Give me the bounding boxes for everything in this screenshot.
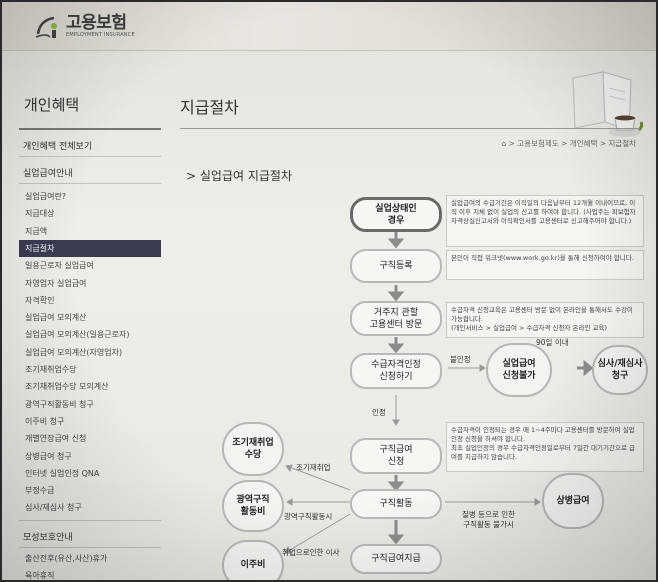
sidebar-item[interactable]: 이주비 청구 <box>19 413 161 430</box>
sidebar-group-unemployment[interactable]: 실업급여안내 <box>23 166 73 179</box>
sidebar-item[interactable]: 지급절차 <box>19 239 161 257</box>
flow-node-job-search: 구직활동 <box>350 489 442 519</box>
flow-node-job-registration: 구직등록 <box>350 249 442 283</box>
site-logo[interactable]: 고용보험 EMPLOYMENT INSURANCE <box>34 12 135 40</box>
sidebar-item[interactable]: 자영업자 실업급여 <box>19 275 161 292</box>
sidebar-item[interactable]: 실업급여 모의계산 <box>19 309 161 326</box>
flow-circle-early-reemployment: 조기재취업 수당 <box>222 422 284 476</box>
note-unemployed: 실업급여의 수급기간은 이직일의 다음날부터 12개월 이내이므로, 이직 이후… <box>446 195 644 247</box>
note-benefit-application: 수급자격이 인정되는 경우 매 1~4주마다 고용센터를 방문하여 실업인정 신… <box>446 422 644 472</box>
sidebar-item[interactable]: 조기재취업수당 모의계산 <box>19 378 161 395</box>
sidebar-separator <box>19 547 161 548</box>
label-wide-area-job-search: 광역구직활동시 <box>284 512 333 521</box>
flow-circle-job-search-cost: 광역구직 활동비 <box>222 480 284 532</box>
label-not-approved: 불인정 <box>450 355 471 364</box>
sidebar-item[interactable]: 상병급여 청구 <box>19 448 161 465</box>
note-registration: 본인이 직접 워크넷(www.work.go.kr)을 통해 신청하여야 합니다… <box>446 250 644 280</box>
label-approved: 인정 <box>372 408 386 417</box>
flow-circle-sickness-benefit: 상병급여 <box>542 473 604 529</box>
sidebar-item[interactable]: 광역구직활동비 청구 <box>19 396 161 413</box>
sidebar-item[interactable]: 실업급여 모의계산(일용근로자) <box>19 326 161 343</box>
app-window: 고용보험 EMPLOYMENT INSURANCE 개인혜택 개인혜택 전체보기… <box>2 2 656 580</box>
sidebar-overview-link[interactable]: 개인혜택 전체보기 <box>23 139 92 152</box>
sidebar-item[interactable]: 심사/재심사 청구 <box>19 499 161 516</box>
label-sickness: 질병 등으로 인한 구직활동 불가시 <box>462 510 516 529</box>
flow-node-visit-center: 거주지 관할 고용센터 방문 <box>350 301 442 336</box>
sidebar-item[interactable]: 조기재취업수당 <box>19 361 161 378</box>
sidebar-separator <box>19 520 161 521</box>
flow-node-benefit-payment: 구직급여지급 <box>350 544 442 574</box>
sidebar-separator <box>19 183 161 184</box>
sidebar-item[interactable]: 지급액 <box>19 223 161 240</box>
sidebar-title: 개인혜택 <box>24 96 80 114</box>
label-early-reemployment: 조기재취업 <box>296 463 331 472</box>
sidebar-group-maternity[interactable]: 모성보호안내 <box>23 530 73 543</box>
label-within-90-days: 90일 이내 <box>536 338 569 347</box>
main-content: 지급절차 ⌂ > 고용보험제도 > 개인혜택 > 지급절차 > 실업급여 지급절… <box>180 50 656 580</box>
sidebar-divider <box>19 128 161 130</box>
sidebar-item-maternity-leave[interactable]: 출산전후(유산,사산)휴가 <box>19 550 161 567</box>
sidebar-item[interactable]: 일용근로자 실업급여 <box>19 257 161 274</box>
sidebar-item[interactable]: 실업급여란? <box>19 188 161 205</box>
sidebar-item[interactable]: 개별연장급여 신청 <box>19 430 161 447</box>
sidebar-separator <box>19 156 161 157</box>
sidebar-item[interactable]: 인터넷 실업인정 QNA <box>19 465 161 482</box>
flow-circle-review-request: 심사/재심사 청구 <box>592 345 648 395</box>
header-bar: 고용보험 EMPLOYMENT INSURANCE <box>2 2 656 51</box>
sidebar-item[interactable]: 지급대상 <box>19 205 161 222</box>
label-relocation: 취업으로인한 이사 <box>282 548 340 557</box>
sidebar-item[interactable]: 실업급여 모의계산(자영업자) <box>19 344 161 361</box>
flow-circle-relocation: 이주비 <box>222 540 284 580</box>
sidebar: 개인혜택 개인혜택 전체보기 실업급여안내 실업급여란? 지급대상 지급액 지급절차 일… <box>19 50 161 580</box>
logo-subtitle: EMPLOYMENT INSURANCE <box>66 32 135 38</box>
logo-icon <box>34 12 62 40</box>
flow-node-apply-benefit: 구직급여 신청 <box>350 438 442 474</box>
note-visit-center: 수급자격 신청교육은 고용센터 방문 없이 온라인을 통해서도 수강이 가능합니… <box>446 302 644 338</box>
sidebar-item[interactable]: 자격확인 <box>19 292 161 309</box>
logo-title: 고용보험 <box>66 13 127 33</box>
sidebar-item[interactable]: 부정수급 <box>19 482 161 499</box>
flow-circle-not-eligible: 실업급여 신청불가 <box>486 343 552 397</box>
flow-node-unemployed: 실업상태인 경우 <box>350 197 442 232</box>
flow-node-apply-eligibility: 수급자격인정 신청하기 <box>350 353 442 389</box>
sidebar-item-parental-leave[interactable]: 육아휴직 <box>19 567 161 580</box>
